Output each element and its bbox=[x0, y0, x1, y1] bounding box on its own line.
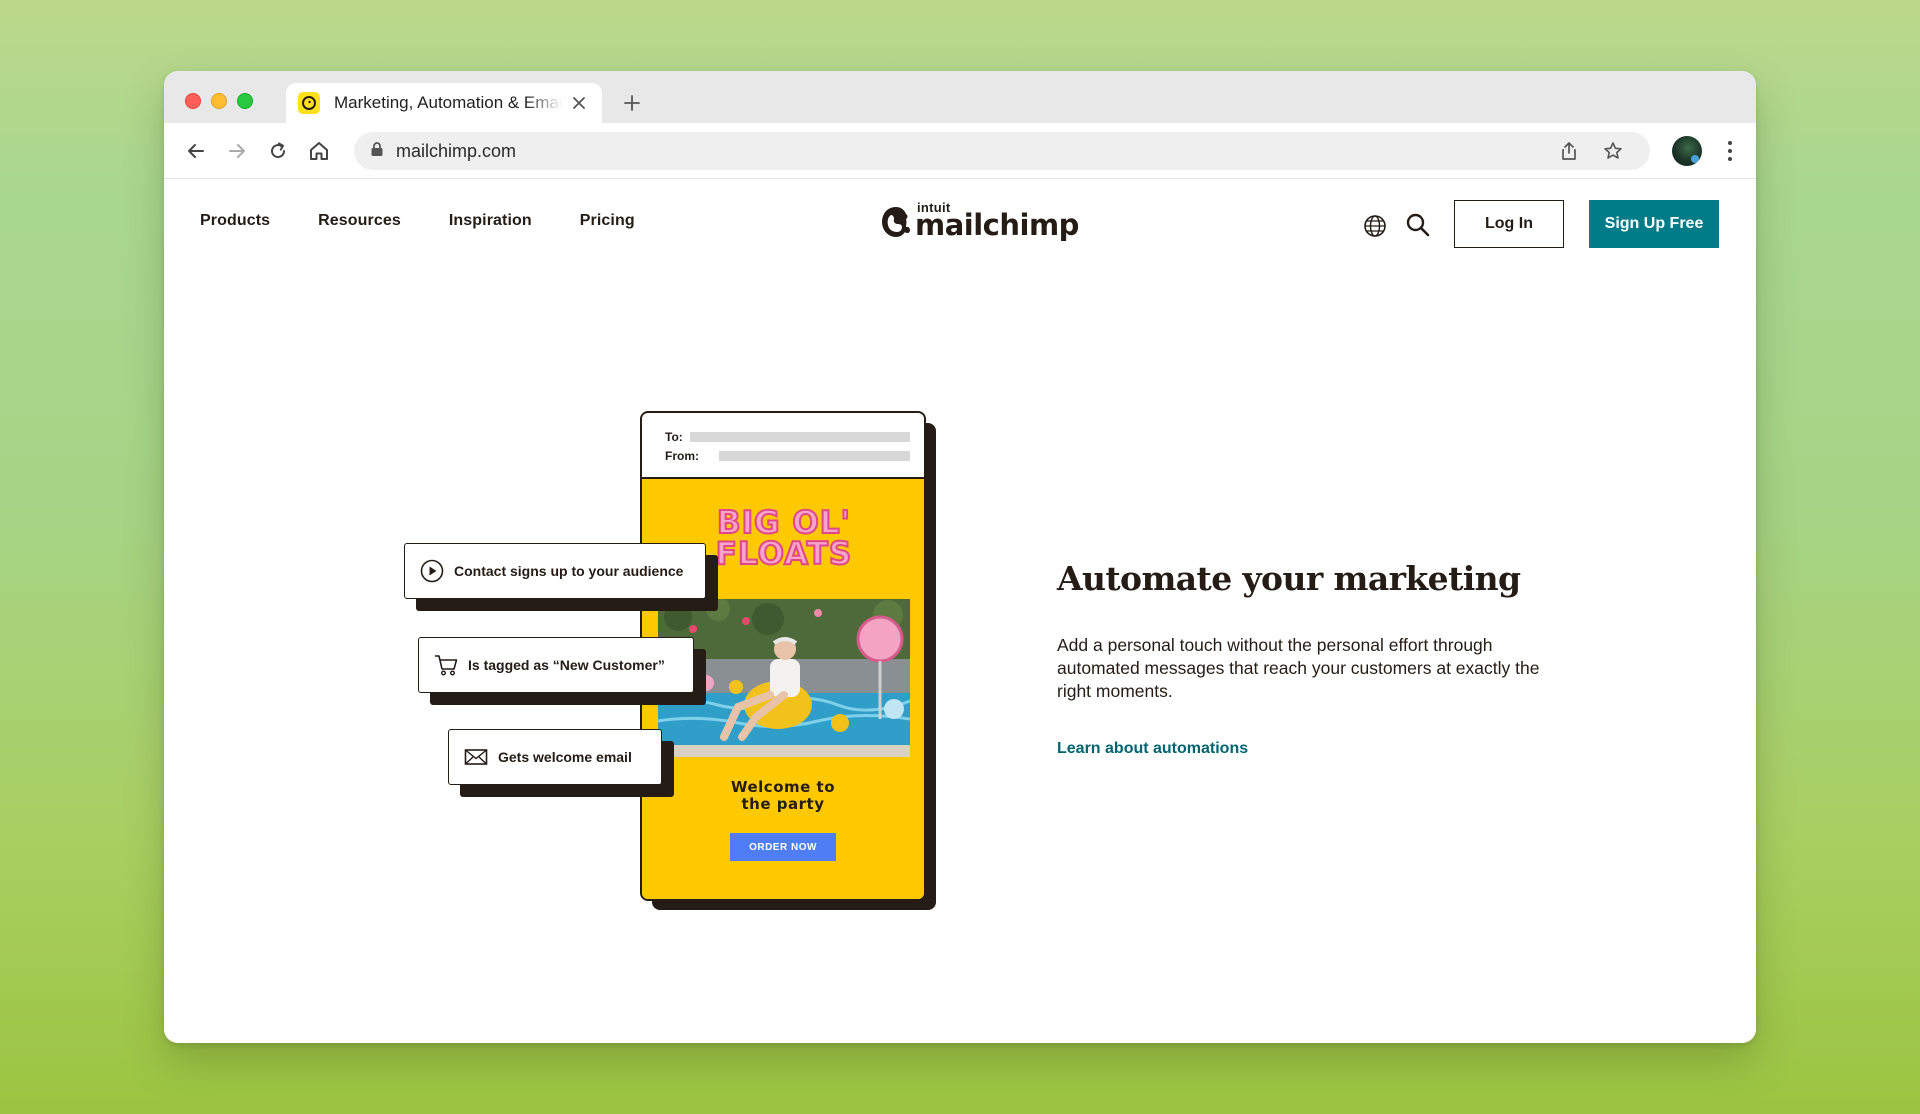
browser-menu-icon[interactable] bbox=[1720, 136, 1740, 166]
back-arrow-icon[interactable] bbox=[181, 136, 211, 166]
welcome-line-1: Welcome to bbox=[730, 778, 836, 796]
welcome-heading: Welcome to the party bbox=[642, 779, 924, 813]
address-bar[interactable]: mailchimp.com bbox=[354, 132, 1650, 170]
hero-headline: Automate your marketing bbox=[1057, 559, 1521, 598]
home-icon[interactable] bbox=[304, 136, 334, 166]
forward-arrow-icon[interactable] bbox=[222, 136, 252, 166]
step-label-signup: Contact signs up to your audience bbox=[454, 563, 684, 579]
to-field-placeholder bbox=[690, 432, 910, 442]
step-label-email: Gets welcome email bbox=[498, 749, 632, 765]
tab-title: Marketing, Automation & Email Marketing … bbox=[334, 93, 562, 112]
step-label-tagged: Is tagged as “New Customer” bbox=[468, 657, 665, 673]
lock-icon bbox=[370, 141, 384, 162]
browser-window: Marketing, Automation & Email Marketing … bbox=[164, 71, 1756, 1043]
close-window-button[interactable] bbox=[185, 93, 201, 109]
share-icon[interactable] bbox=[1556, 138, 1582, 164]
browser-toolbar: mailchimp.com bbox=[164, 123, 1756, 179]
email-header: To: From: bbox=[642, 413, 924, 479]
from-label: From: bbox=[665, 449, 699, 463]
minimize-window-button[interactable] bbox=[211, 93, 227, 109]
order-now-button: ORDER NOW bbox=[730, 833, 836, 861]
mailchimp-favicon-icon bbox=[298, 92, 320, 114]
brand-line-1: BIG OL' bbox=[716, 505, 851, 541]
step-card-email: Gets welcome email bbox=[448, 729, 662, 785]
new-tab-plus-icon[interactable] bbox=[618, 89, 646, 117]
envelope-icon bbox=[464, 749, 488, 765]
to-label: To: bbox=[665, 430, 683, 444]
welcome-line-2: the party bbox=[741, 795, 825, 813]
brand-logo-text: BIG OL' FLOATS bbox=[714, 505, 854, 572]
step-card-signup: Contact signs up to your audience bbox=[404, 543, 706, 599]
browser-tab[interactable]: Marketing, Automation & Email Marketing … bbox=[286, 83, 602, 123]
cart-icon bbox=[435, 655, 458, 676]
profile-avatar[interactable] bbox=[1672, 136, 1702, 166]
mailchimp-page: Products Resources Inspiration Pricing i… bbox=[164, 179, 1756, 1043]
learn-about-automations-link[interactable]: Learn about automations bbox=[1057, 740, 1248, 758]
play-icon bbox=[420, 559, 444, 583]
reload-icon[interactable] bbox=[263, 136, 293, 166]
tab-close-icon[interactable] bbox=[570, 94, 588, 112]
bookmark-star-icon[interactable] bbox=[1600, 138, 1626, 164]
automation-illustration: To: From: BIG OL' FLOATS Welcome to the … bbox=[164, 179, 1756, 1043]
from-field-placeholder bbox=[719, 451, 910, 461]
hero-description: Add a personal touch without the persona… bbox=[1057, 635, 1540, 701]
brand-line-2: FLOATS bbox=[715, 536, 853, 572]
profile-status-dot bbox=[1691, 155, 1699, 163]
step-card-tagged: Is tagged as “New Customer” bbox=[418, 637, 694, 693]
maximize-window-button[interactable] bbox=[237, 93, 253, 109]
tab-bar: Marketing, Automation & Email Marketing … bbox=[164, 71, 1756, 123]
url-text: mailchimp.com bbox=[396, 140, 517, 161]
